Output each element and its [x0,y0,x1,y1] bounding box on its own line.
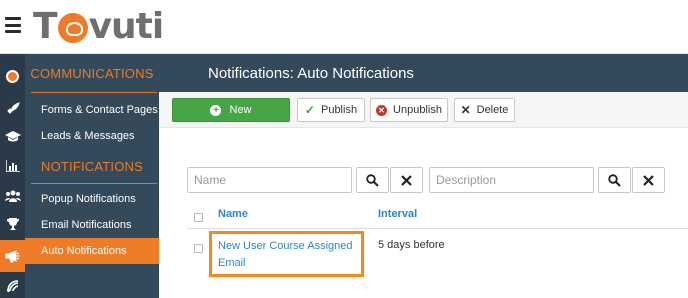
sidebar-item-forms-contact-pages[interactable]: Forms & Contact Pages [25,97,159,123]
circle-x-icon: ✕ [376,104,388,116]
row-checkbox[interactable] [194,244,203,253]
name-search-input[interactable] [187,167,352,193]
logo-elephant-icon [57,13,88,43]
signal-icon[interactable] [2,275,23,296]
sidebar-item-leads-messages[interactable]: Leads & Messages [25,123,159,149]
sidebar-divider [31,92,157,93]
page-title: Notifications: Auto Notifications [208,65,414,82]
megaphone-icon[interactable] [0,240,25,272]
sidebar-section-communications: COMMUNICATIONS [30,65,154,81]
search-icon [608,173,621,187]
sidebar-item-email-notifications[interactable]: Email Notifications [25,212,159,238]
sidebar-item-popup-notifications[interactable]: Popup Notifications [25,186,159,212]
top-bar: T vuti [0,0,688,54]
sidebar-item-auto-notifications[interactable]: Auto Notifications [25,238,159,264]
description-search-button[interactable] [598,167,631,193]
description-search-input[interactable] [429,167,594,193]
close-icon: ✕ [460,103,471,117]
highlight-box [209,231,364,277]
unpublish-button-label: Unpublish [393,104,442,116]
delete-button[interactable]: ✕ Delete [454,98,515,122]
column-header-name[interactable]: Name [218,208,248,220]
interval-cell: 5 days before [378,239,445,251]
logo-text-right: vuti [88,5,165,47]
plus-icon: + [210,104,222,116]
tovuti-logo[interactable]: T vuti [33,5,165,47]
icon-rail [0,54,25,298]
new-button-label: New [229,104,252,116]
close-icon [401,174,412,186]
close-icon [643,174,654,186]
unpublish-button[interactable]: ✕ Unpublish [370,98,448,122]
check-icon: ✓ [304,103,315,117]
trophy-icon[interactable] [2,214,23,235]
hamburger-menu-icon[interactable] [5,17,21,33]
select-all-checkbox[interactable] [194,213,203,222]
toolbar: + New ✓ Publish ✕ Unpublish ✕ Delete [159,92,688,128]
logo-badge-icon[interactable] [2,66,23,87]
bar-chart-icon[interactable] [2,155,23,176]
graduation-cap-icon[interactable] [2,126,23,147]
page-header: Notifications: Auto Notifications [159,54,688,92]
sidebar-divider [31,183,157,184]
name-clear-button[interactable] [390,167,423,193]
publish-button-label: Publish [320,104,358,116]
column-header-interval[interactable]: Interval [378,208,417,220]
search-icon [366,173,379,187]
description-clear-button[interactable] [632,167,665,193]
new-button[interactable]: + New [172,98,290,122]
publish-button[interactable]: ✓ Publish [297,98,365,122]
name-search-button[interactable] [356,167,389,193]
logo-text-left: T [33,5,58,47]
delete-button-label: Delete [476,104,509,116]
rocket-icon[interactable] [2,98,23,119]
table-divider [187,228,688,229]
users-icon[interactable] [2,185,23,206]
sidebar-section-notifications: NOTIFICATIONS [40,158,144,174]
sidebar: COMMUNICATIONS Forms & Contact Pages Lea… [25,54,159,298]
